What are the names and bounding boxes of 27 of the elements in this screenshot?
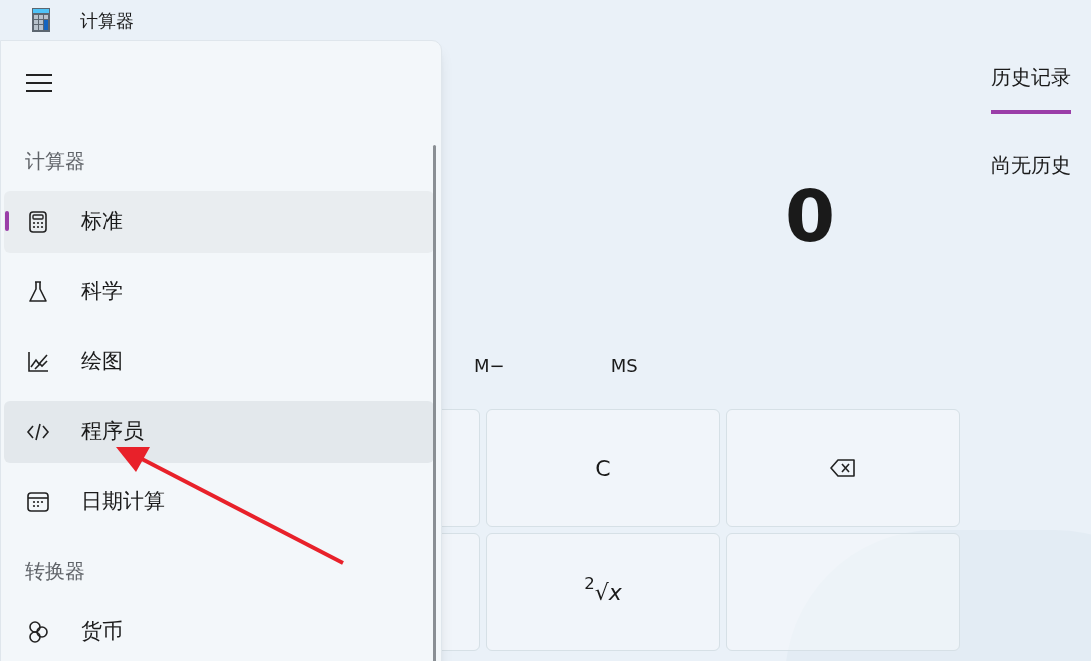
nav-item[interactable]: 程序员: [4, 401, 434, 463]
calendar-icon: [26, 490, 50, 514]
backspace-icon: [830, 459, 856, 477]
history-tab[interactable]: 历史记录: [991, 62, 1071, 114]
flask-icon: [26, 280, 50, 304]
window-title: 计算器: [80, 8, 134, 33]
circles-icon: [26, 620, 50, 644]
backspace-key[interactable]: [726, 409, 960, 527]
nav-item[interactable]: 日期计算: [4, 471, 434, 533]
line-chart-icon: [26, 350, 50, 374]
calculator-key[interactable]: $^{2}$√x: [486, 533, 720, 651]
nav-item[interactable]: 标准: [4, 191, 434, 253]
display-value: 0: [784, 180, 835, 252]
calculator-key[interactable]: C: [486, 409, 720, 527]
nav-item[interactable]: 货币: [4, 601, 434, 661]
calculator-app-icon: [32, 8, 50, 32]
nav-section-heading: 转换器: [25, 558, 85, 585]
empty-history-text: 尚无历史: [991, 152, 1071, 179]
nav-item[interactable]: 科学: [4, 261, 434, 323]
calculator-key[interactable]: [726, 533, 960, 651]
nav-item[interactable]: 绘图: [4, 331, 434, 393]
memory-button[interactable]: MS: [610, 352, 638, 379]
calculator-icon: [26, 210, 50, 234]
nav-section-heading: 计算器: [25, 148, 85, 175]
memory-button[interactable]: M−: [474, 352, 505, 379]
menu-icon[interactable]: [26, 74, 52, 92]
scrollbar[interactable]: [433, 145, 436, 661]
